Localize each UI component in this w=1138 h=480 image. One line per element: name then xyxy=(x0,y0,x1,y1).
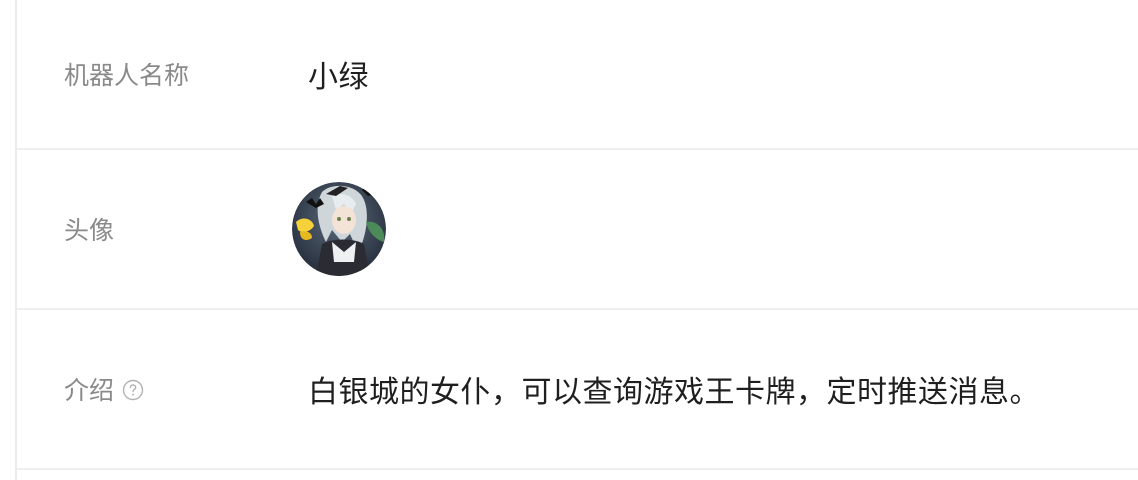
intro-value[interactable]: 白银城的女仆，可以查询游戏王卡牌，定时推送消息。 xyxy=(308,367,1040,411)
bot-profile-panel: 机器人名称 小绿 头像 介绍 白银城的女仆，可以查询游戏王卡牌，定时推送消息。 xyxy=(0,0,1138,480)
intro-label: 介绍 xyxy=(64,371,144,407)
intro-label-text: 介绍 xyxy=(64,376,115,405)
avatar[interactable] xyxy=(292,182,386,276)
bot-name-label: 机器人名称 xyxy=(64,56,189,92)
avatar-row: 头像 xyxy=(17,150,1138,310)
avatar-label-text: 头像 xyxy=(64,216,115,245)
bot-name-row: 机器人名称 小绿 xyxy=(17,0,1138,150)
bot-name-value[interactable]: 小绿 xyxy=(308,52,369,96)
bot-name-label-text: 机器人名称 xyxy=(64,61,190,90)
avatar-label: 头像 xyxy=(64,211,114,247)
avatar-image xyxy=(292,182,386,276)
question-circle-icon[interactable] xyxy=(122,378,144,401)
intro-row: 介绍 白银城的女仆，可以查询游戏王卡牌，定时推送消息。 xyxy=(17,310,1138,470)
